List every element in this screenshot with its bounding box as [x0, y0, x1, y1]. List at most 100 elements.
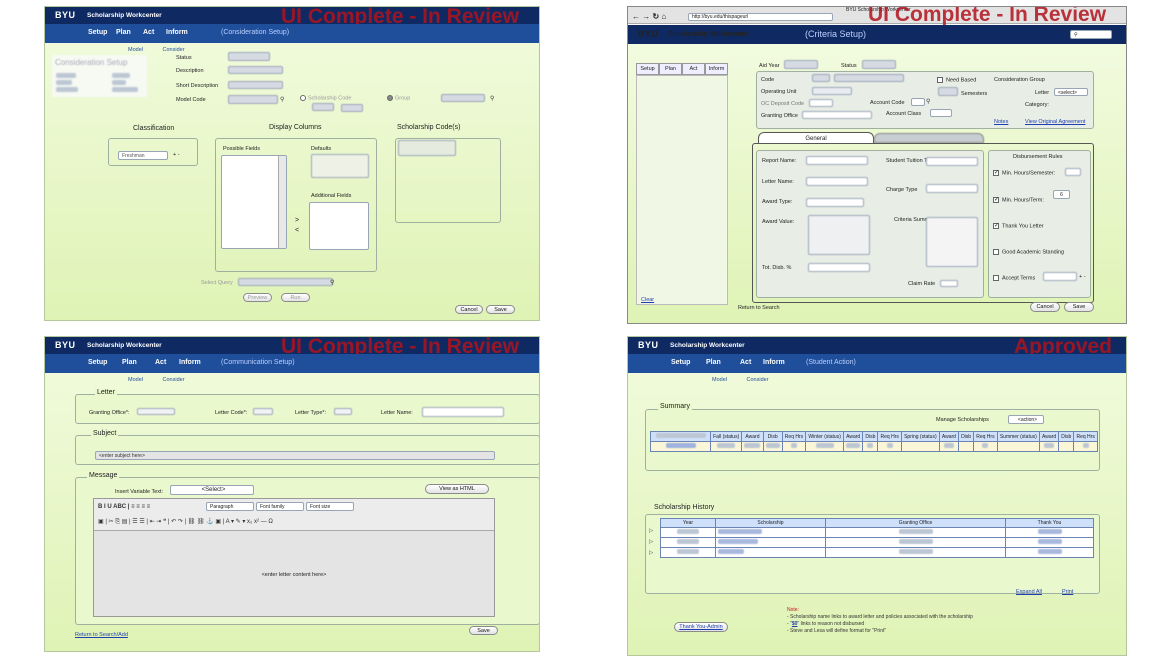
accept-terms-select[interactable]	[1043, 272, 1077, 281]
view-agreement-link[interactable]: View Original Agreement	[1025, 119, 1085, 125]
min-hours-semester-field[interactable]	[1065, 168, 1081, 176]
tot-disb-field[interactable]	[808, 263, 870, 272]
nav-plan[interactable]: Plan	[116, 29, 131, 36]
expand-row-icon[interactable]: ▷	[649, 550, 653, 556]
award-type-select[interactable]	[806, 198, 864, 207]
save-button[interactable]: Save	[1064, 302, 1094, 312]
need-based-option[interactable]: Need Based	[937, 77, 976, 83]
paragraph-select[interactable]: Paragraph	[206, 502, 254, 511]
code-name-field[interactable]	[834, 74, 904, 82]
search-icon[interactable]: ⚲	[926, 98, 930, 105]
editing-toolbar[interactable]: ▣ | ✂ ⎘ ▤ | ☰ ☰ | ⇤ ⇥ ❝ | ↶ ↷ | ⛓ ⛓ ⚓ ▣ …	[98, 518, 273, 526]
account-class-field[interactable]	[930, 109, 952, 117]
nav-setup[interactable]: Setup	[671, 359, 690, 366]
additional-fields-list[interactable]	[309, 202, 369, 250]
accept-terms-ops[interactable]: + -	[1079, 274, 1086, 280]
account-code-field[interactable]	[911, 98, 925, 106]
left-tab-inform[interactable]: Inform	[705, 63, 728, 75]
good-academic-option[interactable]: Good Academic Standing	[993, 249, 1064, 255]
run-button[interactable]: Run	[281, 293, 310, 302]
min-hours-semester-option[interactable]: ✓ Min. Hours/Semester:	[993, 170, 1055, 176]
sub-nav-consider[interactable]: Consider	[163, 47, 185, 53]
short-description-field[interactable]	[228, 81, 283, 89]
group-option[interactable]: Group	[387, 95, 410, 101]
letter-name-field[interactable]	[806, 177, 868, 186]
sub-nav-consider[interactable]: Consider	[163, 377, 185, 383]
expand-row-icon[interactable]: ▷	[649, 528, 653, 534]
return-to-search-link[interactable]: Return to Search/Add	[75, 632, 128, 638]
expand-all-link[interactable]: Expand All	[1016, 589, 1042, 595]
group-field[interactable]	[441, 94, 485, 102]
search-icon[interactable]: ⚲	[280, 96, 284, 103]
code-field[interactable]	[812, 74, 830, 82]
defaults-list[interactable]	[311, 154, 369, 178]
letter-content-area[interactable]: <enter letter content here>	[94, 530, 494, 616]
save-button[interactable]: Save	[469, 626, 498, 635]
print-link[interactable]: Print	[1062, 589, 1073, 595]
move-right-button[interactable]: >	[295, 217, 299, 224]
status-select[interactable]	[228, 52, 270, 61]
left-tab-plan[interactable]: Plan	[659, 63, 682, 75]
url-bar[interactable]: http://byu.edu/thispageurl	[688, 13, 833, 21]
min-hours-term-field[interactable]: 6	[1053, 190, 1070, 199]
notes-link[interactable]: Notes	[994, 119, 1008, 125]
nav-setup[interactable]: Setup	[88, 359, 107, 366]
font-size-select[interactable]: Font size	[306, 502, 354, 511]
view-html-button[interactable]: View as HTML	[425, 484, 489, 494]
subject-field[interactable]: <enter subject here>	[95, 451, 495, 460]
cancel-button[interactable]: Cancel	[455, 305, 483, 314]
thank-you-letter-option[interactable]: ✓ Thank You Letter	[993, 223, 1044, 229]
cancel-button[interactable]: Cancel	[1030, 302, 1060, 312]
aid-year-select[interactable]	[784, 60, 818, 69]
accept-terms-option[interactable]: Accept Terms	[993, 275, 1035, 281]
award-value-options[interactable]	[808, 215, 870, 255]
move-left-button[interactable]: <	[295, 227, 299, 234]
select-query-field[interactable]	[238, 278, 333, 286]
sub-nav-model[interactable]: Model	[128, 47, 143, 53]
sub-nav-model[interactable]: Model	[712, 377, 727, 383]
nav-inform[interactable]: Inform	[763, 359, 785, 366]
table-row[interactable]	[660, 547, 1094, 558]
font-family-select[interactable]: Font family	[256, 502, 304, 511]
clear-link[interactable]: Clear	[641, 297, 654, 303]
variable-select[interactable]: <Select>	[170, 485, 254, 495]
nav-act[interactable]: Act	[155, 359, 166, 366]
expand-row-icon[interactable]: ▷	[649, 539, 653, 545]
action-select[interactable]: <action>	[1008, 415, 1044, 424]
left-tab-act[interactable]: Act	[682, 63, 705, 75]
min-hours-term-option[interactable]: ✓ Min. Hours/Term:	[993, 197, 1044, 203]
table-row[interactable]	[650, 441, 1098, 452]
table-row[interactable]	[660, 527, 1094, 538]
classification-field[interactable]: Freshman	[118, 151, 168, 160]
semesters-field[interactable]	[938, 87, 958, 96]
oc-deposit-code-field[interactable]	[809, 99, 833, 107]
scholarship-code-option[interactable]: Scholarship Code	[300, 95, 351, 101]
nav-setup[interactable]: Setup	[88, 29, 107, 36]
status-select[interactable]	[862, 60, 896, 69]
table-row[interactable]	[660, 537, 1094, 548]
letter-select[interactable]: <select>	[1054, 88, 1088, 96]
claim-rate-field[interactable]	[940, 280, 958, 287]
sub-nav-consider[interactable]: Consider	[747, 377, 769, 383]
thank-you-admin-button[interactable]: Thank You-Admin	[674, 622, 728, 632]
nav-inform[interactable]: Inform	[179, 359, 201, 366]
model-code-field[interactable]	[228, 95, 278, 104]
description-field[interactable]	[228, 66, 283, 74]
operating-unit-field[interactable]	[812, 87, 852, 95]
granting-office-select[interactable]	[802, 111, 872, 119]
return-to-search-link[interactable]: Return to Search	[738, 305, 780, 311]
save-button[interactable]: Save	[486, 305, 515, 314]
search-icon[interactable]: ⚲	[330, 279, 334, 286]
tab-secondary[interactable]	[874, 133, 984, 143]
possible-fields-list[interactable]	[221, 155, 287, 249]
charge-type-select[interactable]	[926, 184, 978, 193]
preview-button[interactable]: Preview	[243, 293, 272, 302]
search-input[interactable]: ⚲	[1070, 30, 1112, 39]
nav-act[interactable]: Act	[143, 29, 154, 36]
code-chip[interactable]	[312, 103, 334, 111]
report-name-field[interactable]	[806, 156, 868, 165]
code-chip[interactable]	[341, 104, 363, 112]
nav-act[interactable]: Act	[740, 359, 751, 366]
nav-plan[interactable]: Plan	[706, 359, 721, 366]
left-tab-setup[interactable]: Setup	[636, 63, 659, 75]
